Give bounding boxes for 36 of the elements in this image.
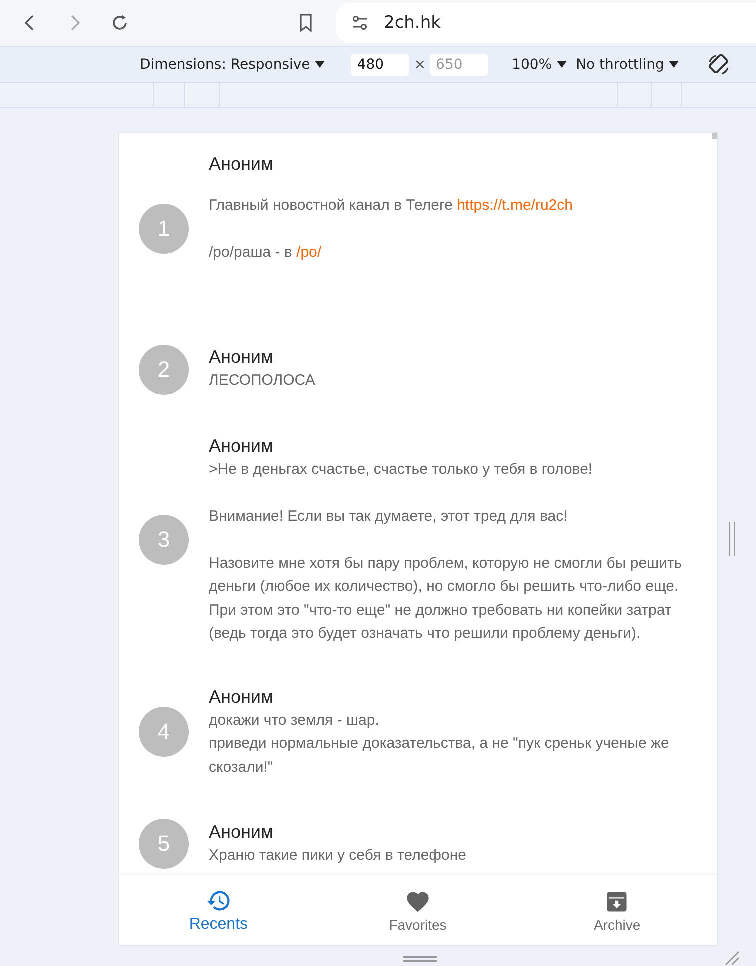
address-bar[interactable]: 2ch.hk	[336, 3, 756, 43]
nav-tab[interactable]: Recents	[119, 875, 318, 945]
dimensions-dropdown[interactable]: Dimensions: Responsive	[140, 56, 326, 72]
post-number-avatar: 1	[139, 204, 189, 254]
post-text: Внимание! Если вы так думаете, этот тред для вас!	[209, 506, 569, 526]
author-name: Аноним	[209, 346, 274, 370]
rotate-icon[interactable]	[707, 52, 732, 76]
url-text: 2ch.hk	[384, 13, 441, 33]
post-text: Назовите мне хотя бы пару проблем, которую не смогли бы решить деньги (любое их количество), но смогло бы решить что-либо еще. При этом это "что-то еще" не должно требовать ни копейки затрат (ведь тогда это будет означать что решили проблему деньги).	[209, 554, 684, 644]
bottom-resize-handle[interactable]	[403, 956, 437, 962]
post-number-avatar: 5	[139, 819, 189, 869]
scrollbar-thumb[interactable]	[712, 133, 717, 139]
author-name: Аноним	[209, 434, 274, 458]
post-text: Храню такие пики у себя в телефоне	[209, 846, 468, 866]
height-field[interactable]: 650	[430, 54, 488, 76]
post-text: ЛЕСОПОЛОСА	[209, 371, 316, 392]
reload-icon[interactable]	[110, 13, 130, 33]
post-text: Главный новостной канал в Телеге https://t.me/ru2ch	[209, 196, 574, 216]
zoom-dropdown[interactable]: 100%	[512, 56, 568, 72]
author-name: Аноним	[209, 153, 274, 176]
resize-handle[interactable]	[729, 522, 735, 556]
post-text: докажи что земля - шар.	[209, 710, 380, 730]
post-number-avatar: 4	[139, 707, 189, 758]
post-text: /po/раша - в /po/	[209, 243, 323, 263]
post-text: >Не в деньгах счастье, счастье только у тебя в голове!	[209, 460, 594, 480]
nav-tab[interactable]: Archive	[518, 875, 717, 945]
author-name: Аноним	[209, 820, 274, 844]
times-sign: ×	[414, 56, 426, 72]
site-settings-icon[interactable]	[350, 13, 370, 33]
post-number-avatar: 2	[139, 344, 189, 394]
width-field[interactable]: 480	[351, 54, 410, 76]
post-text: приведи нормальные доказательства, а не "пук среньк ученые же скозали!"	[209, 734, 670, 778]
throttling-dropdown[interactable]: No throttling	[576, 56, 680, 72]
post-number-avatar: 3	[139, 515, 189, 565]
author-name: Аноним	[209, 686, 274, 708]
nav-tab[interactable]: Favorites	[318, 875, 518, 945]
